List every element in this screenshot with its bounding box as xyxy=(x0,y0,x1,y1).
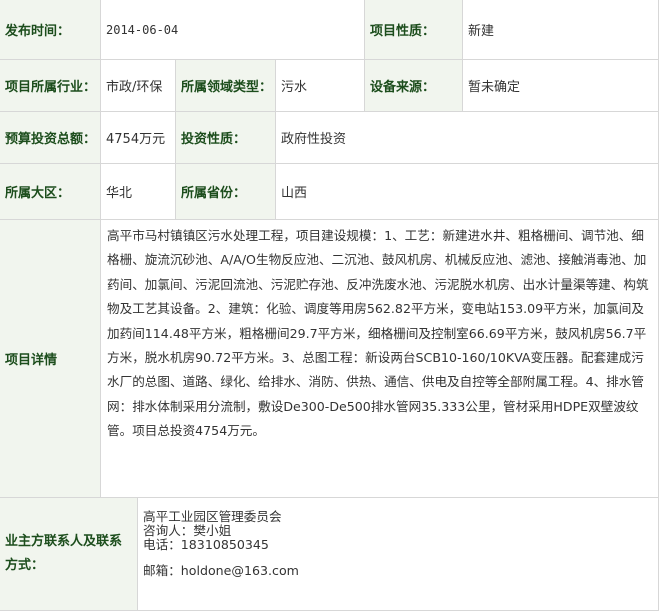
project-details-text: 高平市马村镇镇区污水处理工程，项目建设规模：1、工艺：新建进水井、粗格栅间、调节… xyxy=(101,220,659,498)
field-type-value: 污水 xyxy=(276,60,365,112)
project-info-table: 发布时间： 2014-06-04 项目性质： 新建 项目所属行业： 市政/环保 … xyxy=(0,0,659,611)
publish-time-value: 2014-06-04 xyxy=(101,0,365,60)
investment-nature-value: 政府性投资 xyxy=(276,112,659,164)
contact-info: 高平工业园区管理委员会 咨询人：樊小姐 电话：18310850345 邮箱：ho… xyxy=(138,498,659,611)
investment-nature-label: 投资性质： xyxy=(176,112,276,164)
contact-organization: 高平工业园区管理委员会 xyxy=(143,509,282,524)
province-label: 所属省份： xyxy=(176,164,276,220)
equipment-source-value: 暂未确定 xyxy=(463,60,659,112)
contact-phone: 电话：18310850345 xyxy=(143,537,269,552)
project-details-label: 项目详情 xyxy=(0,220,101,498)
contact-email[interactable]: 邮箱：holdone@163.com xyxy=(143,564,299,578)
field-type-label: 所属领域类型： xyxy=(176,60,276,112)
equipment-source-label: 设备来源： xyxy=(365,60,463,112)
project-nature-label: 项目性质： xyxy=(365,0,463,60)
contact-label: 业主方联系人及联系方式： xyxy=(0,498,138,611)
publish-time-label: 发布时间： xyxy=(0,0,101,60)
budget-label: 预算投资总额： xyxy=(0,112,101,164)
industry-value: 市政/环保 xyxy=(101,60,176,112)
province-value: 山西 xyxy=(276,164,659,220)
region-value: 华北 xyxy=(101,164,176,220)
budget-value: 4754万元 xyxy=(101,112,176,164)
industry-label: 项目所属行业： xyxy=(0,60,101,112)
contact-consultant: 咨询人：樊小姐 xyxy=(143,523,232,538)
project-nature-value: 新建 xyxy=(463,0,659,60)
region-label: 所属大区： xyxy=(0,164,101,220)
